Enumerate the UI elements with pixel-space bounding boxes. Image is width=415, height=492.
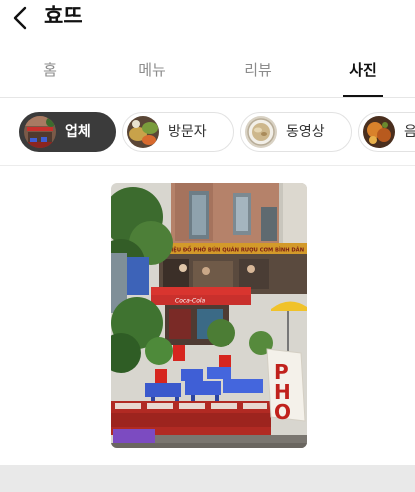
filter-chip-label: 방문자 — [168, 124, 207, 140]
visitor-food-thumbnail — [127, 116, 159, 148]
svg-text:O: O — [274, 400, 291, 424]
food-thumbnail — [363, 116, 395, 148]
tab-home[interactable]: 홈 — [10, 44, 90, 98]
filter-chip-food[interactable]: 음 — [358, 112, 415, 152]
filter-chip-business[interactable]: 업체 — [19, 112, 116, 152]
back-button[interactable] — [10, 6, 32, 30]
filter-chip-visitor[interactable]: 방문자 — [122, 112, 234, 152]
tab-reviews[interactable]: 리뷰 — [218, 44, 298, 98]
filter-chip-label: 음 — [404, 124, 415, 140]
active-tab-indicator — [343, 95, 383, 97]
photo-filter-chips: 업체 방문자 동영상 음 — [0, 108, 415, 156]
filter-chip-label: 업체 — [65, 124, 91, 140]
chevron-left-icon — [13, 6, 27, 30]
top-bar: 효뜨 — [0, 0, 415, 36]
video-dish-thumbnail — [245, 116, 277, 148]
tab-bar: 홈 메뉴 리뷰 사진 — [0, 44, 415, 98]
storefront-thumbnail — [24, 116, 56, 148]
awning-text: Coca-Cola — [175, 298, 206, 305]
filter-chip-video[interactable]: 동영상 — [240, 112, 352, 152]
bottom-section-background — [0, 465, 415, 492]
tab-menu[interactable]: 메뉴 — [112, 44, 192, 98]
filter-chip-label: 동영상 — [286, 124, 325, 140]
restaurant-photo[interactable]: HIỆU ĐỒ PHỞ BÚN QUÁN RƯỢU CƠM BÌNH DÂN C… — [111, 183, 307, 448]
page-title: 효뜨 — [44, 4, 83, 28]
tab-photos[interactable]: 사진 — [323, 44, 403, 98]
section-divider — [0, 165, 415, 166]
pho-sign: P H O — [274, 360, 291, 424]
